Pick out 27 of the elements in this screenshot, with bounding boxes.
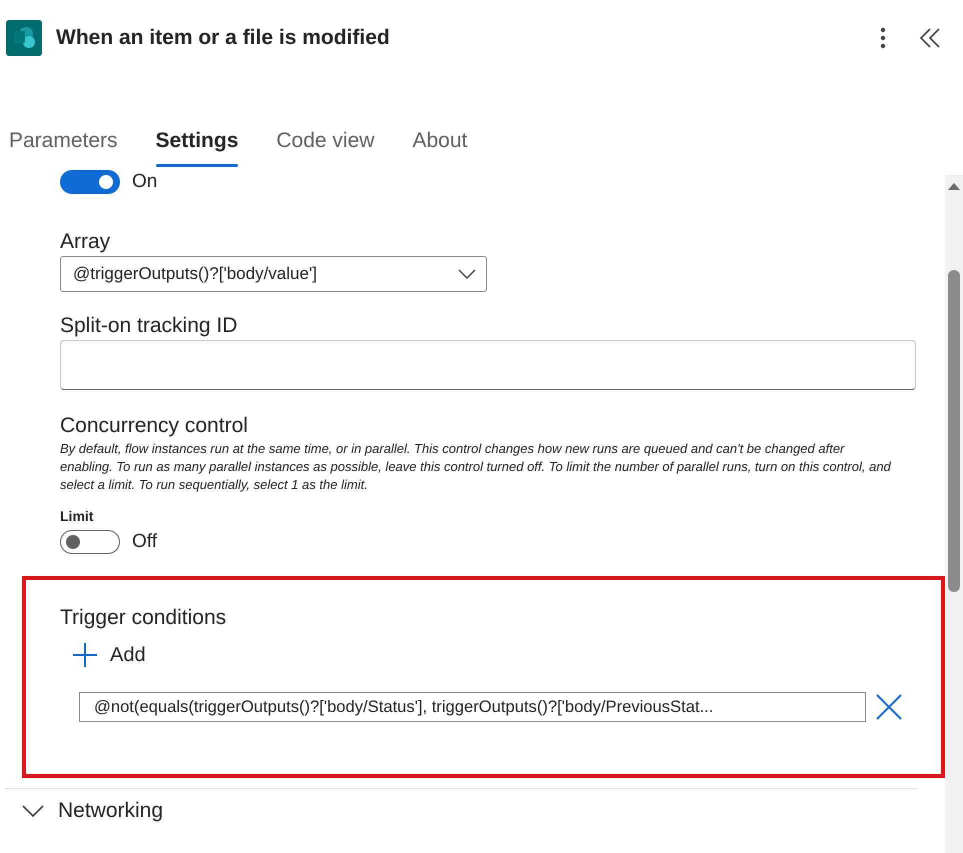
sharepoint-logo-icon (6, 20, 42, 56)
tab[interactable]: Settings (146, 119, 248, 167)
condition-field[interactable]: @not(equals(triggerOutputs()?['body/Status'], triggerOutputs()?['body/PreviousStat... (79, 692, 866, 722)
section-title: Trigger conditions (60, 606, 228, 630)
chevron-down-icon (22, 805, 44, 817)
field-label: Limit (60, 508, 94, 524)
close-icon[interactable] (876, 694, 902, 720)
toggle-state-label: Off (132, 531, 157, 553)
tab[interactable]: Parameters (0, 119, 127, 167)
tab[interactable]: Code view (267, 119, 384, 167)
add-button[interactable]: Add (60, 638, 158, 672)
scroll-up-icon[interactable] (947, 181, 961, 191)
section-header[interactable]: Networking (22, 799, 164, 823)
input-field[interactable] (60, 340, 916, 390)
toggle-switch[interactable] (60, 530, 120, 554)
section-title: Concurrency control (60, 414, 249, 438)
tab[interactable]: About (403, 119, 476, 167)
field-label: Array (60, 230, 112, 254)
toggle-switch[interactable] (60, 170, 120, 194)
toggle-state-label: On (132, 171, 158, 193)
chevron-down-icon (458, 269, 476, 279)
description-text: By default, flow instances run at the same time, or in parallel. This control changes how new runs are queued and can't be changed after enabling. To run as many parallel instances as possible, leave this control turned off. To limit the number of parallel runs, turn on this control, and select a limit. To run sequentially, select 1 as the limit. (60, 440, 892, 494)
plus-icon (72, 642, 98, 668)
array-dropdown[interactable]: @triggerOutputs()?['body/value'] (60, 256, 487, 292)
panel-title: When an item or a file is modified (56, 26, 391, 50)
field-label: Split-on tracking ID (60, 314, 238, 338)
scrollbar-thumb[interactable] (948, 270, 960, 592)
